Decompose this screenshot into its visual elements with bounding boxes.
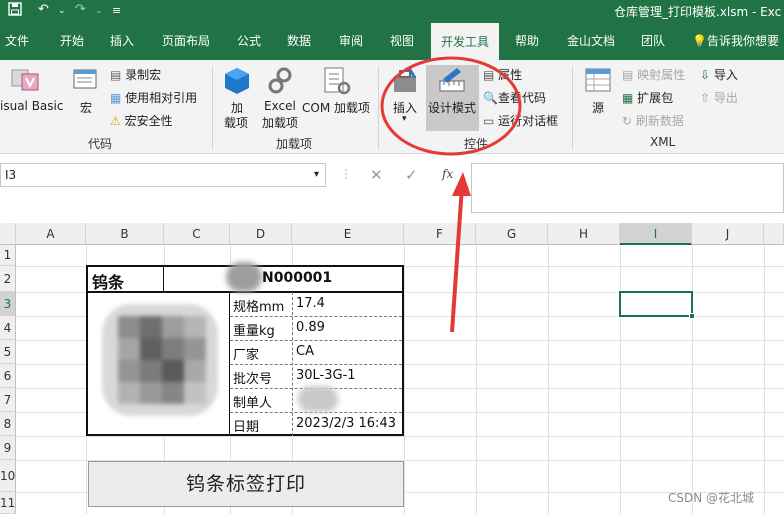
- annotation-circle: [380, 56, 522, 156]
- annotation-overlay: [380, 56, 522, 333]
- watermark-text: CSDN @花北城: [668, 491, 755, 505]
- annotation-arrow-line: [450, 185, 464, 333]
- annotation-arrow-head: [452, 172, 471, 196]
